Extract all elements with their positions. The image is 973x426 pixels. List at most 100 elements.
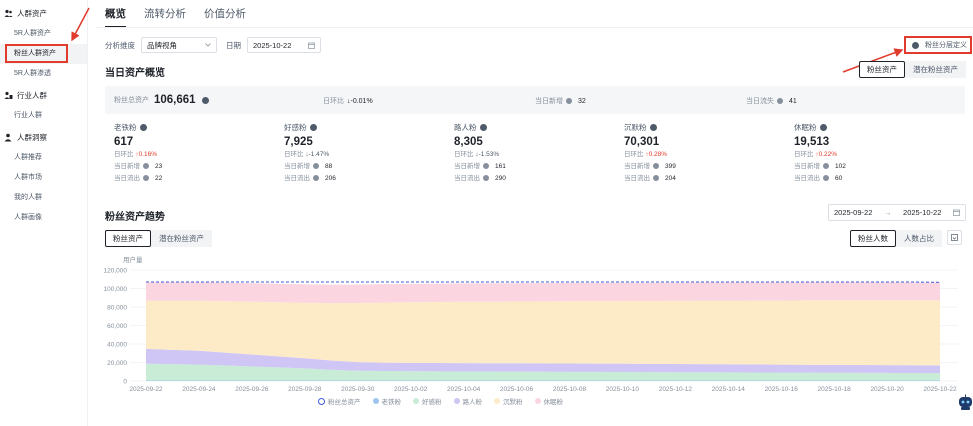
x-tick-label: 2025-09-24 <box>182 386 216 393</box>
fan-tier-definition-link[interactable]: 粉丝分层定义 <box>904 36 972 54</box>
chart-legend: 粉丝总资产 老铁粉 好感粉 路人粉 沉默粉 休眠粉 <box>318 396 563 406</box>
sidebar-group-crowd-assets[interactable]: 人群资产 <box>0 2 87 24</box>
legend-item[interactable]: 好感粉 <box>413 396 442 406</box>
toggle-fan-ratio[interactable]: 人数占比 <box>896 230 942 247</box>
card-value: 8,305 <box>454 136 483 148</box>
info-icon[interactable] <box>823 163 829 170</box>
sidebar-item-crowd-recommend[interactable]: 人群推荐 <box>0 148 87 168</box>
legend-item[interactable]: 老铁粉 <box>372 396 402 406</box>
date-picker[interactable]: 2025-10-22 <box>247 37 321 53</box>
card-lost-label: 当日流出 <box>454 175 480 182</box>
sidebar-item-crowd-portrait[interactable]: 人群画像 <box>0 208 87 228</box>
info-icon[interactable] <box>139 124 147 131</box>
legend-label: 粉丝总资产 <box>328 399 361 406</box>
sidebar-item-industry-crowd[interactable]: 行业人群 <box>0 106 87 126</box>
sidebar-item-my-crowd[interactable]: 我的人群 <box>0 188 87 208</box>
x-tick-label: 2025-10-18 <box>818 386 852 393</box>
legend-swatch <box>534 398 541 404</box>
assistant-robot-icon[interactable] <box>958 394 973 411</box>
legend-item[interactable]: 休眠粉 <box>534 396 563 406</box>
industry-people-icon <box>4 91 13 100</box>
legend-swatch <box>372 398 379 404</box>
info-icon[interactable] <box>313 163 319 170</box>
legend-item[interactable]: 粉丝总资产 <box>318 396 361 406</box>
card-ratio-label: 日环比 <box>284 151 304 158</box>
info-icon[interactable] <box>479 124 487 131</box>
card-ratio: ↓-1.47% <box>305 151 330 158</box>
card-xiumian: 休眠粉 19,513 日环比 ↑0.22% 当日新增 102 当日流出 60 <box>794 122 954 184</box>
info-icon[interactable] <box>566 98 572 105</box>
day-new-value: 32 <box>578 98 586 105</box>
info-icon[interactable] <box>649 124 657 131</box>
total-value: 106,661 <box>154 94 196 106</box>
info-icon[interactable] <box>653 175 659 182</box>
card-ratio: ↑0.22% <box>815 151 837 158</box>
x-tick-label: 2025-10-10 <box>606 386 640 393</box>
legend-item[interactable]: 沉默粉 <box>494 396 523 406</box>
sidebar-item-5r-penetration[interactable]: 5R人群渗透 <box>0 64 87 84</box>
legend-item[interactable]: 路人粉 <box>453 396 483 406</box>
info-icon[interactable] <box>777 98 783 105</box>
trend-title: 粉丝资产趋势 <box>105 212 165 223</box>
info-icon[interactable] <box>313 175 319 182</box>
sidebar-item-crowd-market[interactable]: 人群市场 <box>0 168 87 188</box>
dimension-select[interactable]: 品牌视角 <box>141 37 217 53</box>
tab-bar: 概览 流转分析 价值分析 <box>105 6 246 28</box>
info-icon[interactable] <box>483 163 489 170</box>
card-ratio: ↓-1.53% <box>475 151 500 158</box>
info-icon[interactable] <box>819 124 827 131</box>
day-ratio-label: 日环比 <box>323 98 344 105</box>
dimension-label: 分析维度 <box>105 40 135 50</box>
toggle-fan-count[interactable]: 粉丝人数 <box>850 230 896 247</box>
card-value: 19,513 <box>794 136 830 148</box>
card-ratio: ↑0.28% <box>645 151 667 158</box>
toggle-fan-assets[interactable]: 粉丝资产 <box>105 230 151 247</box>
legend-label: 老铁粉 <box>381 399 402 406</box>
toggle-potential-fan-assets[interactable]: 潜在粉丝资产 <box>151 230 212 247</box>
info-icon[interactable] <box>201 96 209 104</box>
tab-value-analysis[interactable]: 价值分析 <box>204 6 246 28</box>
tab-flow-analysis[interactable]: 流转分析 <box>144 6 186 28</box>
download-icon <box>951 234 958 241</box>
tabs-divider <box>96 27 973 28</box>
card-new: 161 <box>495 163 506 170</box>
card-lost-label: 当日流出 <box>284 175 310 182</box>
sidebar-group-insight[interactable]: 人群洞察 <box>0 126 87 148</box>
info-icon[interactable] <box>483 175 489 182</box>
sidebar-group-industry[interactable]: 行业人群 <box>0 84 87 106</box>
people-icon <box>4 9 13 18</box>
tab-overview[interactable]: 概览 <box>105 6 126 28</box>
fan-asset-trend-chart: 用户量 0 20,000 40,000 60,000 80,000 100,000 120,0… <box>104 255 958 393</box>
y-axis-label: 用户量 <box>123 255 143 264</box>
card-name: 沉默粉 <box>624 123 647 132</box>
card-lost-label: 当日流出 <box>794 175 820 182</box>
card-luren: 路人粉 8,305 日环比 ↓-1.53% 当日新增 161 当日流出 290 <box>454 122 614 184</box>
x-tick-label: 2025-09-26 <box>235 386 269 393</box>
y-tick-label: 80,000 <box>107 304 127 311</box>
info-icon[interactable] <box>143 163 149 170</box>
day-lost-value: 41 <box>789 98 797 105</box>
legend-label: 路人粉 <box>462 399 483 406</box>
toggle-fan-assets[interactable]: 粉丝资产 <box>859 61 905 78</box>
info-icon[interactable] <box>309 124 317 131</box>
x-tick-label: 2025-10-14 <box>712 386 746 393</box>
card-value: 617 <box>114 136 134 148</box>
info-icon[interactable] <box>143 175 149 182</box>
card-ratio-label: 日环比 <box>454 151 474 158</box>
day-new: 当日新增 32 <box>535 96 586 106</box>
legend-swatch <box>453 398 460 404</box>
dimension-value: 品牌视角 <box>147 40 177 50</box>
card-ratio-label: 日环比 <box>794 151 814 158</box>
legend-label: 好感粉 <box>422 399 442 406</box>
legend-swatch <box>413 398 419 404</box>
info-icon[interactable] <box>823 175 829 182</box>
x-tick-label: 2025-10-12 <box>659 386 693 393</box>
x-tick-label: 2025-09-22 <box>129 386 163 393</box>
download-button[interactable] <box>947 230 962 245</box>
toggle-potential-fan-assets[interactable]: 潜在粉丝资产 <box>905 61 966 78</box>
x-tick-label: 2025-10-16 <box>765 386 799 393</box>
info-icon[interactable] <box>653 163 659 170</box>
sidebar-item-5r-crowd-assets[interactable]: 5R人群资产 <box>0 24 87 44</box>
x-tick-label: 2025-10-02 <box>394 386 428 393</box>
trend-date-range-picker[interactable]: 2025-09-22 → 2025-10-22 <box>828 204 966 221</box>
